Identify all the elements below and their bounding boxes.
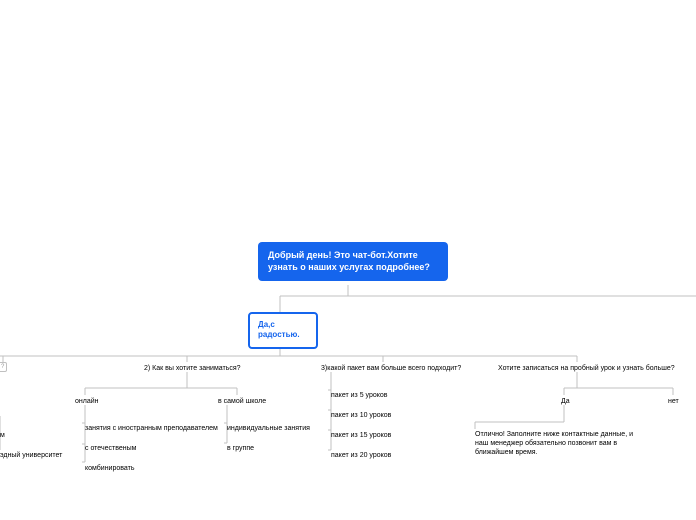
q3-pack20[interactable]: пакет из 20 уроков <box>331 451 391 460</box>
q3-pack15[interactable]: пакет из 15 уроков <box>331 431 391 440</box>
cut-frag-1: м <box>0 431 5 440</box>
q2-online[interactable]: онлайн <box>75 397 99 406</box>
q2-school-individual[interactable]: индивидуальные занятия <box>227 424 310 433</box>
q3-pack5[interactable]: пакет из 5 уроков <box>331 391 388 400</box>
q2-online-combine[interactable]: комбинировать <box>85 464 134 473</box>
q1-cut: ? <box>0 362 7 372</box>
q4-yes-text: Отлично! Заполните ниже контактные данны… <box>475 430 648 457</box>
q3-node[interactable]: 3)какой пакет вам больше всего подходит? <box>321 364 461 373</box>
q3-pack10[interactable]: пакет из 10 уроков <box>331 411 391 420</box>
cut-frag-2: эдный университет <box>0 451 62 460</box>
yes-node[interactable]: Да,с радостью. <box>248 312 318 349</box>
q2-online-foreign[interactable]: занятия с иностранным преподавателем <box>85 424 218 433</box>
q2-school-group[interactable]: в группе <box>227 444 254 453</box>
q2-online-local[interactable]: с отечественым <box>85 444 136 453</box>
root-node[interactable]: Добрый день! Это чат-бот.Хотите узнать о… <box>258 242 448 281</box>
q4-yes[interactable]: Да <box>561 397 570 406</box>
q2-school[interactable]: в самой школе <box>218 397 266 406</box>
q4-node[interactable]: Хотите записаться на пробный урок и узна… <box>498 364 675 373</box>
q4-no[interactable]: нет <box>668 397 679 406</box>
q2-node[interactable]: 2) Как вы хотите заниматься? <box>144 364 241 373</box>
